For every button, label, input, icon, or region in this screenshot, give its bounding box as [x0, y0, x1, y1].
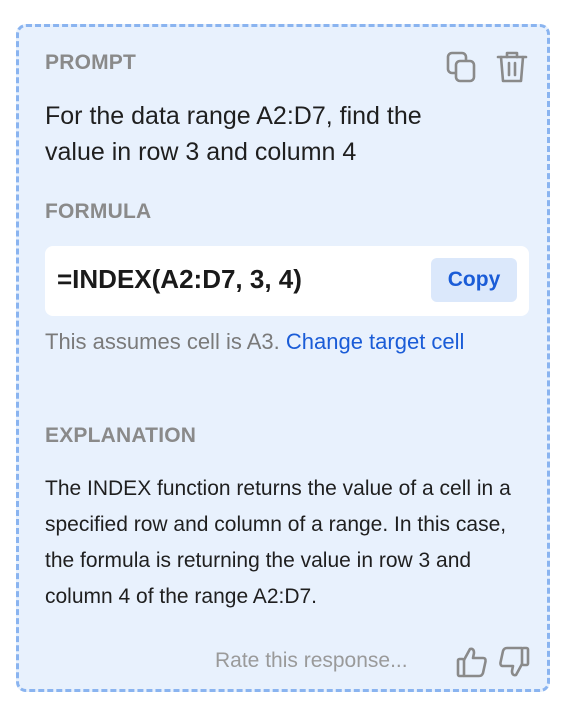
response-card: PROMPT For the data range A2:D7, find th…	[16, 24, 550, 692]
thumbs-down-icon[interactable]	[497, 645, 531, 679]
prompt-label: PROMPT	[45, 51, 137, 74]
thumbs-up-icon[interactable]	[455, 645, 489, 679]
assumption-note: This assumes cell is A3. Change target c…	[45, 327, 464, 357]
explanation-label: EXPLANATION	[45, 424, 197, 447]
formula-box: =INDEX(A2:D7, 3, 4) Copy	[45, 246, 529, 316]
copy-formula-button[interactable]: Copy	[431, 258, 517, 302]
trash-icon[interactable]	[495, 49, 529, 85]
assumption-text: This assumes cell is A3.	[45, 329, 280, 354]
formula-text: =INDEX(A2:D7, 3, 4)	[57, 264, 302, 294]
formula-label: FORMULA	[45, 200, 152, 223]
change-target-cell-link[interactable]: Change target cell	[286, 329, 465, 354]
prompt-text: For the data range A2:D7, find the value…	[45, 102, 422, 166]
rate-response-text: Rate this response...	[215, 649, 408, 672]
copy-icon[interactable]	[445, 49, 479, 85]
explanation-text: The INDEX function returns the value of …	[45, 477, 511, 608]
